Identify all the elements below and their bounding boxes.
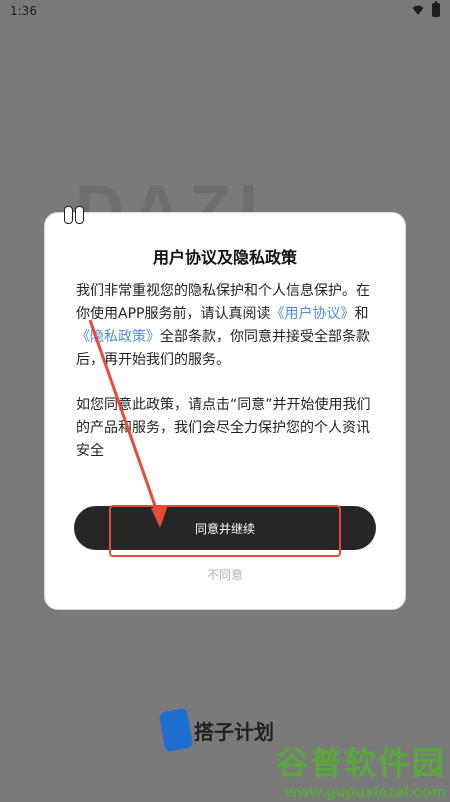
dialog-title: 用户协议及隐私政策 (152, 248, 297, 267)
status-bar: 1:36 (0, 0, 450, 22)
watermark-title: 谷普软件园 (275, 745, 446, 781)
disagree-button[interactable]: 不同意 (0, 566, 450, 583)
quote-icon (64, 206, 88, 228)
para1-text-b: 和 (354, 306, 369, 322)
wifi-icon (412, 5, 424, 15)
paragraph-2: 如您同意此政策，请点击“同意”并开始使用我们的产品和服务，我们会尽全力保护您的个… (76, 397, 371, 459)
brand-logo: 搭子计划 (158, 707, 274, 753)
watermark: 谷普软件园 www.gupuxlazal.com (276, 738, 446, 802)
status-icons (412, 1, 440, 17)
paragraph-1: 我们非常重视您的隐私保护和个人信息保护。在你使用APP服务前，请认真阅读《用户协… (76, 280, 378, 372)
dialog-body: 我们非常重视您的隐私保护和个人信息保护。在你使用APP服务前，请认真阅读《用户协… (76, 280, 378, 463)
brand-name: 搭子计划 (194, 719, 274, 744)
battery-icon (432, 1, 440, 17)
brand-mark-icon (158, 707, 194, 753)
privacy-policy-link[interactable]: 《隐私政策》 (76, 329, 160, 345)
user-agreement-link[interactable]: 《用户协议》 (270, 306, 354, 322)
watermark-url: www.gupuxlazal.com (284, 784, 446, 801)
annotation-highlight-box (109, 505, 341, 557)
status-time: 1:36 (10, 4, 37, 18)
